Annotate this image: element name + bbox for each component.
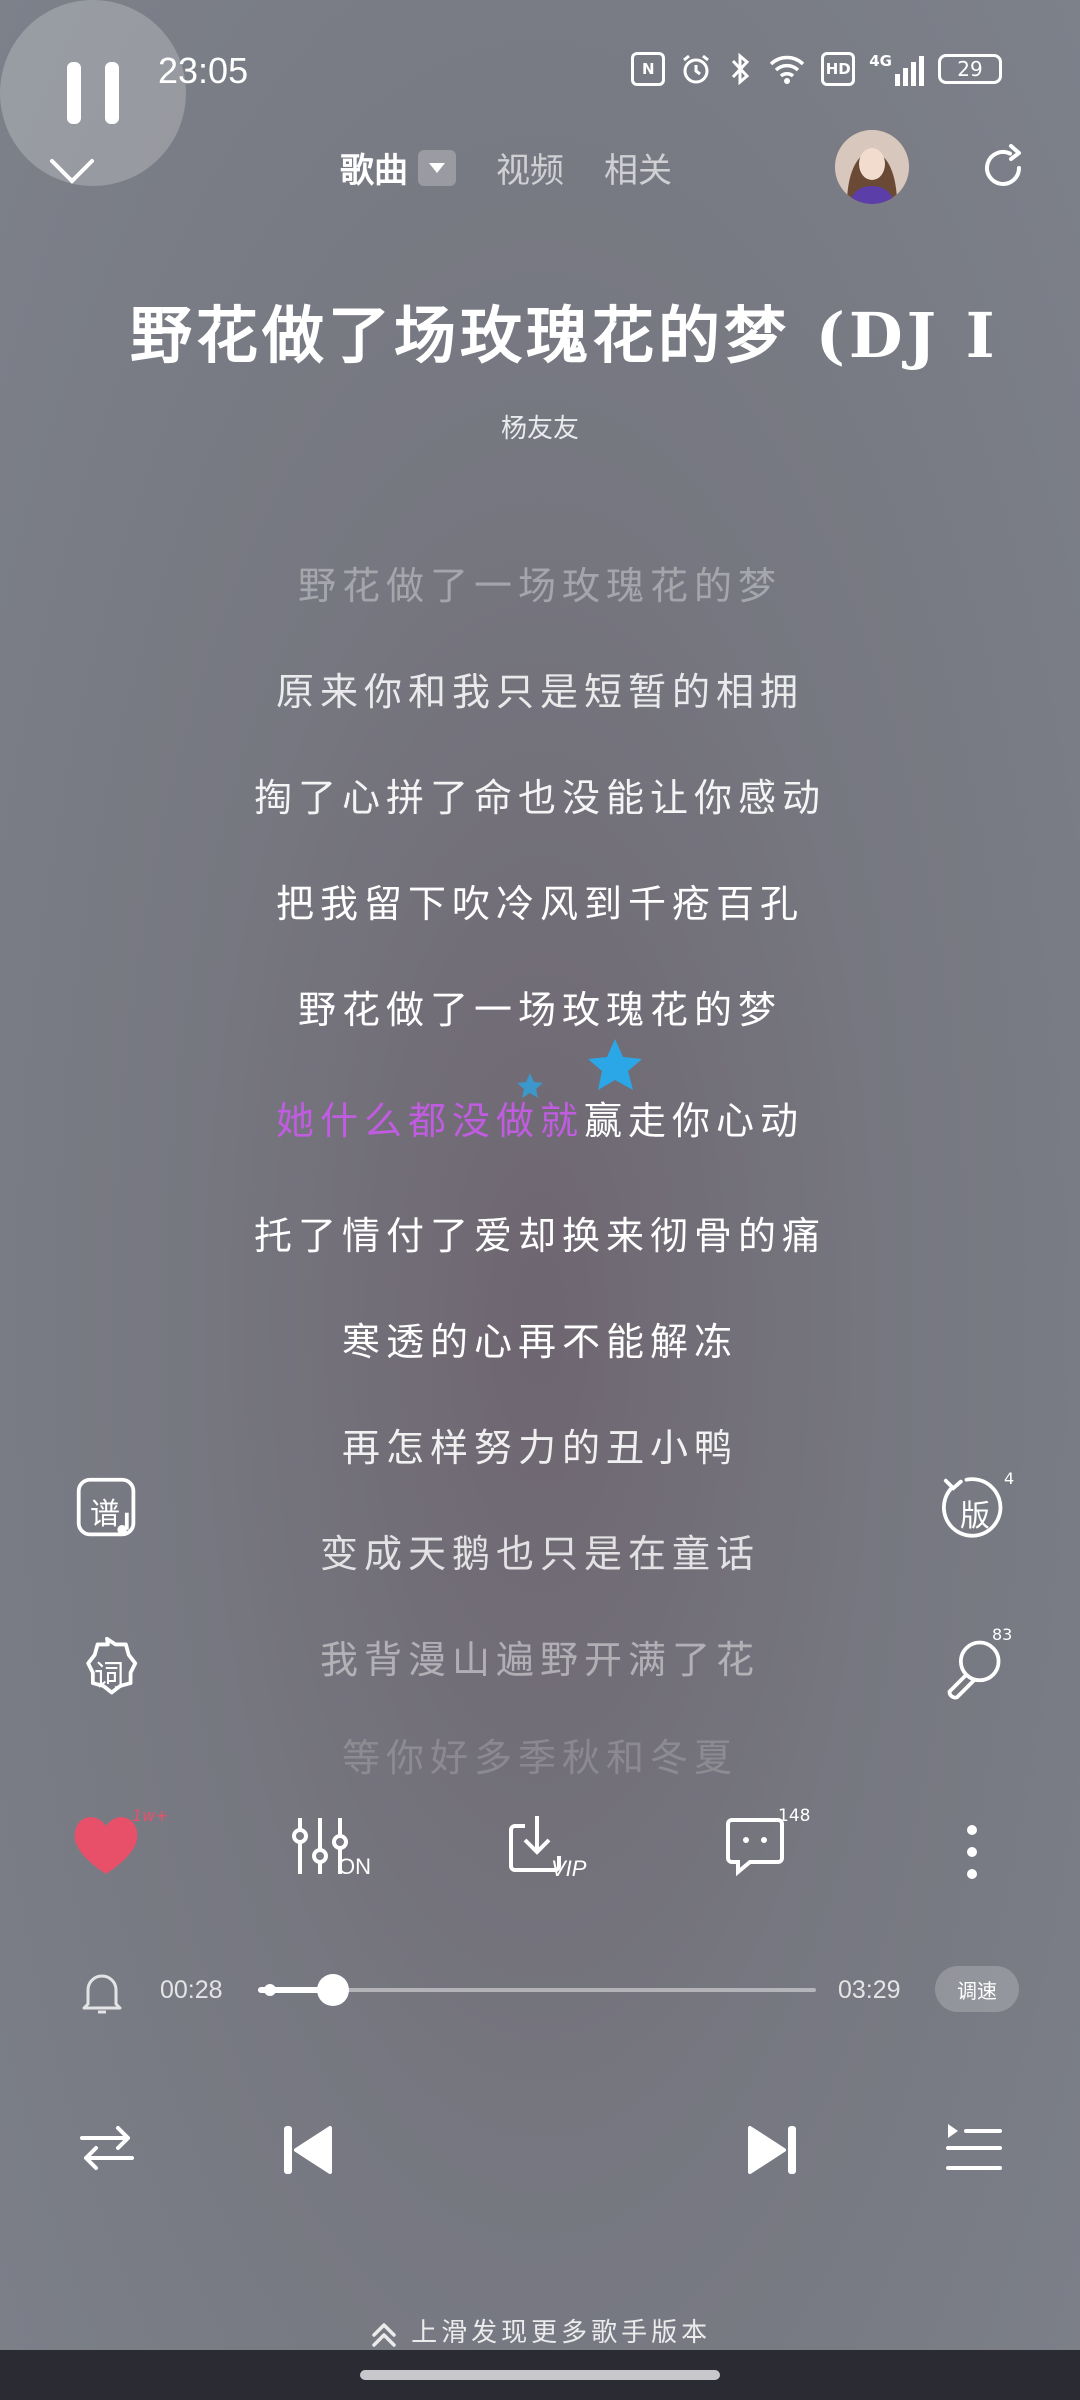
version-button[interactable]: 版 4 xyxy=(942,1469,1014,1541)
elapsed-time: 00:28 xyxy=(160,1976,223,2004)
more-icon[interactable] xyxy=(958,1820,986,1884)
sound-effect-button[interactable]: 83 xyxy=(942,1625,1012,1701)
previous-track-icon[interactable] xyxy=(280,2120,336,2180)
download-button[interactable]: VIP xyxy=(505,1812,615,1896)
lyric-line: 再怎样努力的丑小鸭 xyxy=(341,1426,738,1470)
tab-related[interactable]: 相关 xyxy=(604,143,672,192)
score-label: 谱 xyxy=(90,1497,120,1532)
swipe-hint-label: 上滑发现更多歌手版本 xyxy=(411,2318,712,2348)
download-vip-label: VIP xyxy=(551,1856,587,1881)
star-sparkle-icon xyxy=(588,1039,642,1090)
tab-video[interactable]: 视频 xyxy=(496,143,564,192)
progress-start-dot xyxy=(264,1984,276,1996)
lyrics-mode-button[interactable]: 词 xyxy=(74,1635,140,1701)
version-label: 版 xyxy=(960,1499,990,1534)
lyric-line: 掏了心拼了命也没能让你感动 xyxy=(253,776,826,820)
total-time: 03:29 xyxy=(838,1976,901,2004)
artist-avatar[interactable] xyxy=(835,130,909,204)
lyric-line: 我背漫山遍野开满了花 xyxy=(319,1638,760,1682)
song-title: 野花做了场玫瑰花的梦 (DJ I xyxy=(130,299,999,372)
signal-4g-icon: 4G xyxy=(869,52,924,86)
next-track-icon[interactable] xyxy=(744,2120,800,2180)
tab-song[interactable]: 歌曲 xyxy=(340,143,456,192)
lyric-line: 托了情付了爱却换来彻骨的痛 xyxy=(253,1214,826,1258)
status-bar: 23:05 N HD 4G 29 xyxy=(0,0,1080,140)
lyric-line: 等你好多季秋和冬夏 xyxy=(341,1736,738,1780)
artist-name[interactable]: 杨友友 xyxy=(0,408,1080,445)
wifi-icon xyxy=(770,55,805,84)
like-button[interactable]: 1w+ xyxy=(70,1806,169,1900)
status-time: 23:05 xyxy=(158,50,249,91)
lyric-line: 变成天鹅也只是在童话 xyxy=(319,1532,760,1576)
content-tabs: 歌曲 视频 相关 xyxy=(340,143,672,192)
nfc-icon: N xyxy=(631,52,666,86)
lyric-line: 野花做了一场玫瑰花的梦 xyxy=(297,564,782,608)
bell-icon[interactable] xyxy=(80,1968,124,2016)
small-star-icon xyxy=(517,1073,543,1098)
action-row: 1w+ ON VIP 148 xyxy=(0,1800,1080,1900)
alarm-icon xyxy=(683,54,710,84)
progress-thumb[interactable] xyxy=(316,1974,349,2006)
comment-button[interactable]: 148 xyxy=(722,1806,822,1896)
equalizer-label: ON xyxy=(338,1854,371,1879)
equalizer-button[interactable]: ON xyxy=(290,1814,400,1894)
top-bar: 歌曲 视频 相关 xyxy=(0,125,1080,225)
comment-count: 148 xyxy=(778,1806,811,1826)
bluetooth-icon xyxy=(732,52,750,86)
double-chevron-up-icon xyxy=(372,2322,396,2347)
share-icon[interactable] xyxy=(975,140,1031,196)
lyric-current-rest: 赢走你心动 xyxy=(584,1099,805,1143)
lyrics-mode-label: 词 xyxy=(94,1659,124,1694)
caret-down-icon[interactable] xyxy=(418,149,456,186)
playlist-icon[interactable] xyxy=(944,2120,1004,2176)
swipe-hint[interactable]: 上滑发现更多歌手版本 xyxy=(0,2312,1080,2349)
tab-song-label: 歌曲 xyxy=(340,151,408,191)
like-count: 1w+ xyxy=(132,1806,169,1825)
battery-indicator: 29 xyxy=(938,54,1002,84)
lyric-line: 寒透的心再不能解冻 xyxy=(341,1320,738,1364)
hd-icon: HD xyxy=(821,52,856,86)
effect-count-badge: 83 xyxy=(992,1625,1013,1644)
status-icons: N HD 4G 29 xyxy=(631,52,1002,86)
progress-row: 00:28 03:29 调速 xyxy=(0,1960,1080,2020)
version-count-badge: 4 xyxy=(1004,1469,1015,1488)
network-type-label: 4G xyxy=(869,52,892,70)
chevron-down-icon[interactable] xyxy=(44,143,100,199)
score-button[interactable]: 谱 xyxy=(74,1475,140,1541)
lyric-line: 把我留下吹冷风到千疮百孔 xyxy=(275,882,804,926)
home-indicator[interactable] xyxy=(360,2370,720,2380)
speed-button[interactable]: 调速 xyxy=(935,1966,1019,2012)
lyric-line: 原来你和我只是短暂的相拥 xyxy=(275,670,804,714)
repeat-mode-icon[interactable] xyxy=(78,2120,136,2176)
lyric-line: 野花做了一场玫瑰花的梦 xyxy=(297,988,782,1032)
